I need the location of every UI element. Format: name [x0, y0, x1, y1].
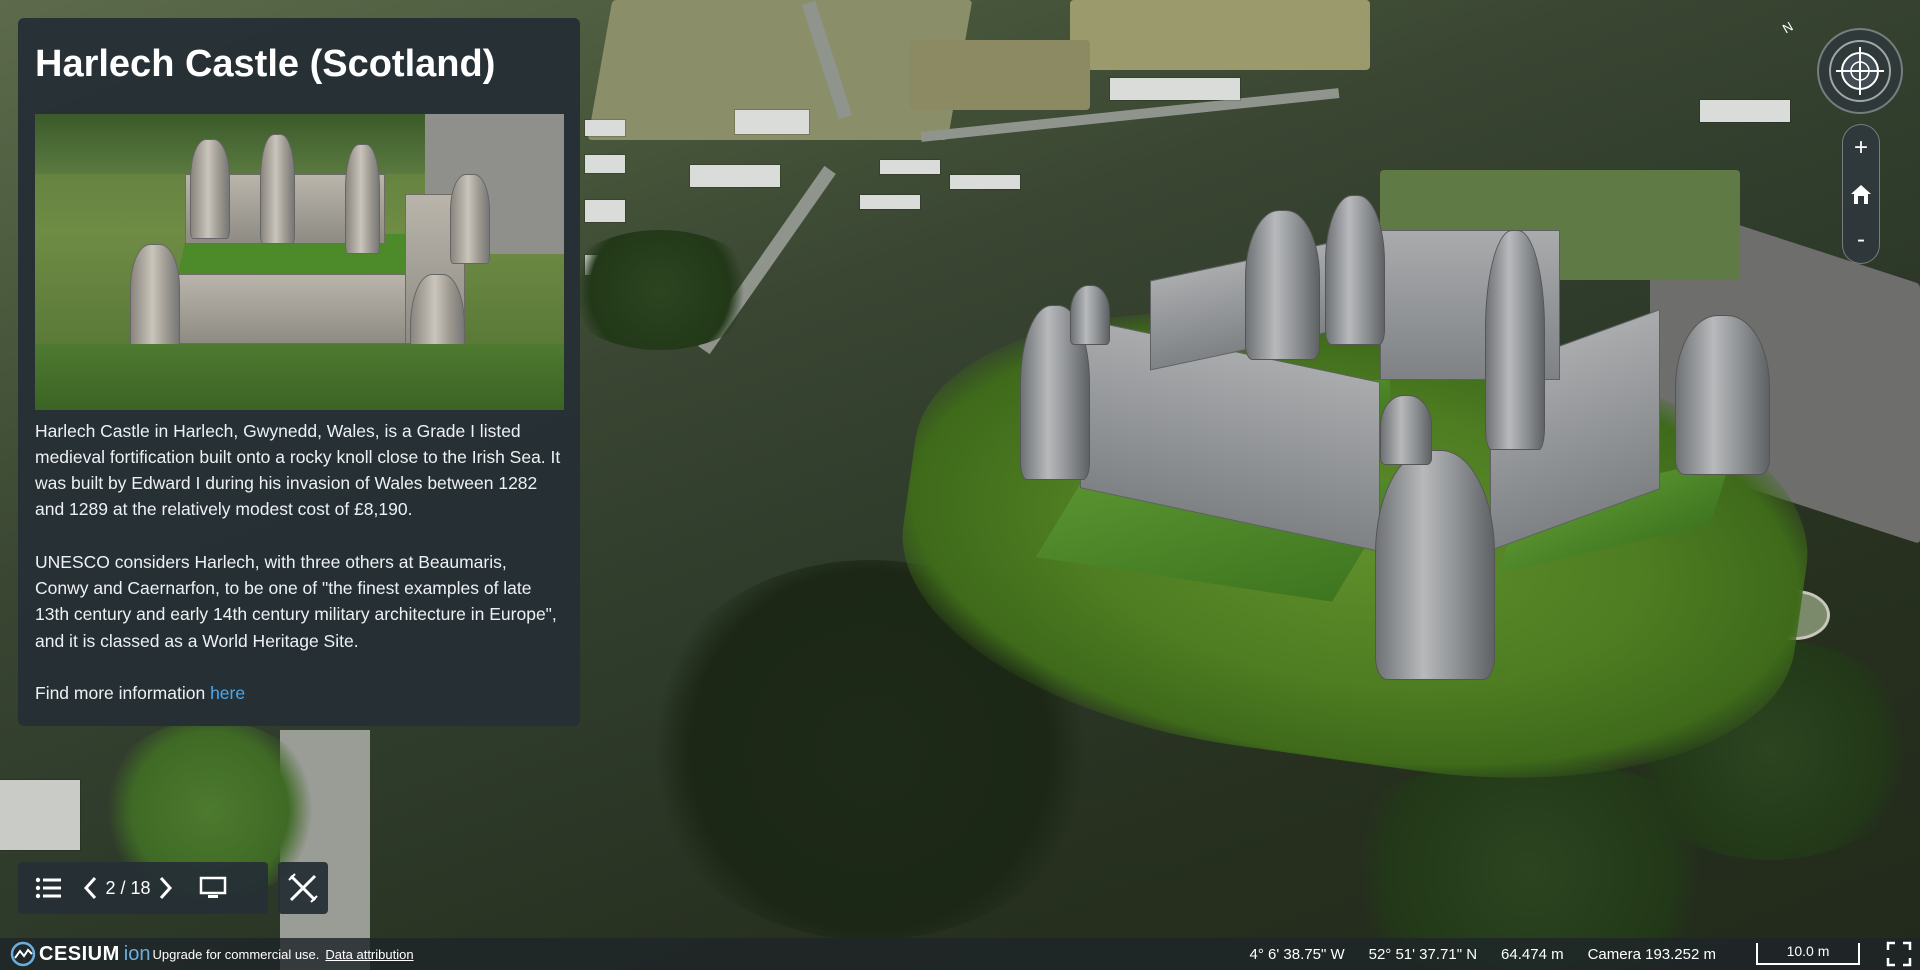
fullscreen-button[interactable] — [1886, 941, 1912, 967]
chevron-right-icon — [159, 876, 173, 900]
previous-button[interactable] — [78, 862, 102, 914]
more-info-link[interactable]: here — [210, 683, 245, 703]
list-button[interactable] — [18, 862, 78, 914]
description-paragraph: UNESCO considers Harlech, with three oth… — [35, 551, 557, 651]
more-info-text: Find more information — [35, 682, 211, 703]
building — [690, 165, 780, 187]
fullscreen-icon — [1886, 941, 1912, 967]
photo-tower — [260, 133, 295, 244]
cesium-logo-text: CESIUM — [39, 942, 120, 965]
castle-tower — [1245, 210, 1320, 360]
present-button[interactable] — [178, 862, 248, 914]
photo-tower — [130, 243, 180, 354]
next-button[interactable] — [154, 862, 178, 914]
field-area — [910, 40, 1090, 110]
building — [880, 160, 940, 174]
story-info-panel: Harlech Castle (Scotland) Harlech Castle… — [18, 18, 580, 726]
cesium-ion-logo[interactable]: CESIUM ion — [10, 941, 151, 967]
castle-tower — [1485, 230, 1545, 450]
castle-tower — [1375, 450, 1495, 680]
building — [585, 155, 625, 173]
compass-icon — [1829, 40, 1891, 102]
castle-tower — [1675, 315, 1770, 475]
cesium-logo-icon — [10, 941, 36, 967]
photo-tower — [450, 173, 490, 264]
more-info-line: Find more information here — [35, 680, 563, 706]
castle-turret — [1070, 285, 1110, 345]
building — [950, 175, 1020, 189]
photo-tower — [345, 143, 380, 254]
close-icon — [288, 873, 318, 903]
chevron-left-icon — [83, 876, 97, 900]
data-attribution-link[interactable]: Data attribution — [325, 947, 413, 962]
close-story-button[interactable] — [278, 862, 328, 914]
building — [735, 110, 809, 134]
panel-description: Harlech Castle in Harlech, Gwynedd, Wale… — [35, 418, 563, 707]
list-icon — [35, 877, 61, 899]
building — [1110, 78, 1240, 100]
zoom-in-button[interactable]: + — [1843, 125, 1879, 171]
camera-height-value: Camera 193.252 m — [1587, 945, 1716, 963]
longitude-value: 4° 6' 38.75" W — [1249, 945, 1345, 963]
zoom-control: + - — [1842, 124, 1880, 264]
elevation-value: 64.474 m — [1501, 945, 1564, 963]
photo-wall — [145, 273, 445, 344]
photo-tower — [190, 138, 230, 239]
distance-scale-bar: 10.0 m — [1756, 943, 1860, 965]
castle-turret — [1380, 395, 1432, 465]
slide-counter: 2 / 18 — [105, 877, 151, 898]
castle-tower — [1325, 195, 1385, 345]
panel-title: Harlech Castle (Scotland) — [35, 43, 496, 85]
coordinates-readout: 4° 6' 38.75" W 52° 51' 37.71" N 64.474 m… — [1250, 938, 1920, 970]
status-bar: CESIUM ion Upgrade for commercial use. D… — [0, 938, 1920, 970]
field-area — [1070, 0, 1370, 70]
tree-cluster — [560, 230, 760, 350]
building — [585, 200, 625, 222]
building — [0, 780, 80, 850]
home-button[interactable] — [1843, 171, 1879, 217]
description-paragraph: Harlech Castle in Harlech, Gwynedd, Wale… — [35, 420, 561, 520]
zoom-out-button[interactable]: - — [1843, 217, 1879, 263]
monitor-icon — [199, 876, 227, 898]
building — [1700, 100, 1790, 122]
story-toolbar: 2 / 18 — [18, 862, 268, 914]
latitude-value: 52° 51' 37.71" N — [1368, 945, 1478, 963]
building — [585, 120, 625, 136]
building — [860, 195, 920, 209]
compass-widget[interactable] — [1817, 28, 1903, 114]
castle-photo — [35, 113, 564, 410]
photo-grass — [35, 343, 564, 410]
ion-logo-text: ion — [123, 942, 151, 965]
home-icon — [1851, 185, 1871, 204]
upgrade-text: Upgrade for commercial use. — [152, 946, 320, 962]
